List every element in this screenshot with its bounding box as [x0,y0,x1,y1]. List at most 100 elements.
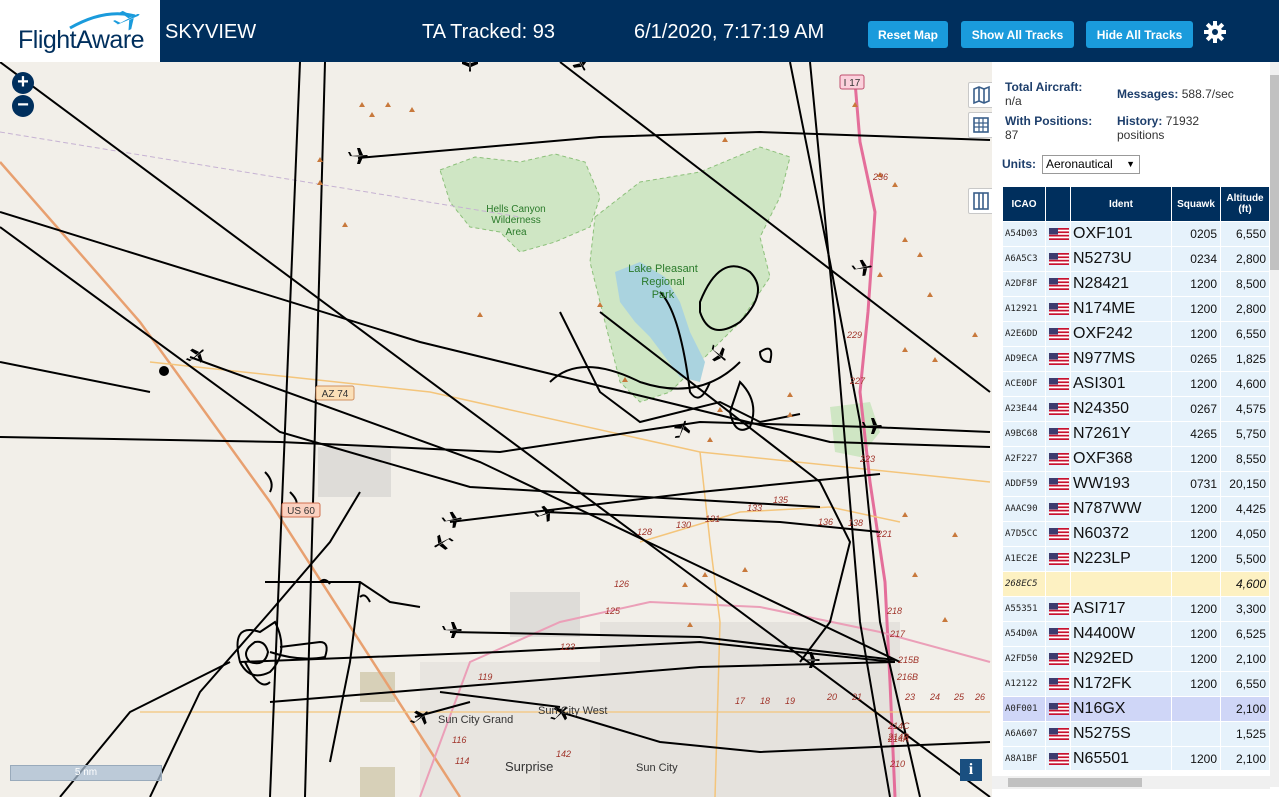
flag-cell [1046,472,1071,496]
table-row[interactable]: A55351 ASI717 1200 3,300 [1003,597,1269,622]
table-row[interactable]: A2F227 OXF368 1200 8,550 [1003,447,1269,472]
us-flag-icon [1049,703,1069,715]
icao-cell: A55351 [1003,597,1046,621]
svg-text:136: 136 [818,517,833,527]
show-all-tracks-button[interactable]: Show All Tracks [961,21,1074,48]
map-icon [973,85,990,105]
flag-cell [1046,222,1071,246]
gear-icon[interactable] [1203,20,1227,44]
info-button[interactable]: i [960,759,982,781]
ident-cell: N5273U [1071,247,1172,271]
icao-cell: A54D03 [1003,222,1046,246]
total-aircraft-label: Total Aircraft: [1005,80,1083,94]
table-row[interactable]: AAAC90 N787WW 1200 4,425 [1003,497,1269,522]
panel-hscrollbar-thumb[interactable] [1008,778,1142,787]
grid-overlay-button[interactable] [968,112,992,138]
reset-map-button[interactable]: Reset Map [868,21,948,48]
icao-cell: AD9ECA [1003,347,1046,371]
us-flag-icon [1049,453,1069,465]
flag-cell [1046,422,1071,446]
squawk-cell: 1200 [1172,322,1221,346]
hide-all-tracks-button[interactable]: Hide All Tracks [1086,21,1193,48]
zoom-out-button[interactable]: − [12,95,34,117]
table-row[interactable]: A7D5CC N60372 1200 4,050 [1003,522,1269,547]
table-row[interactable]: A23E44 N24350 0267 4,575 [1003,397,1269,422]
with-positions-stat: With Positions: 87 [1005,114,1092,142]
ident-cell: N977MS [1071,347,1172,371]
table-row[interactable]: ACE0DF ASI301 1200 4,600 [1003,372,1269,397]
us-flag-icon [1049,628,1069,640]
us-flag-icon [1049,253,1069,265]
table-row[interactable]: A8A1BF N65501 1200 2,100 [1003,747,1269,770]
flag-cell [1046,722,1071,746]
col-icao[interactable]: ICAO [1003,187,1046,221]
squawk-cell [1172,697,1221,721]
table-row[interactable]: ADDF59 WW193 0731 20,150 [1003,472,1269,497]
ident-cell: N65501 [1071,747,1172,770]
ident-cell: N24350 [1071,397,1172,421]
with-positions-value: 87 [1005,128,1019,142]
ident-cell: OXF242 [1071,322,1172,346]
table-row[interactable]: 268EC5 4,600 [1003,572,1269,597]
table-row[interactable]: AD9ECA N977MS 0265 1,825 [1003,347,1269,372]
ident-cell: ASI301 [1071,372,1172,396]
col-ident[interactable]: Ident [1071,187,1172,221]
us-flag-icon [1049,753,1069,765]
history-unit: positions [1117,128,1165,142]
icao-cell: ACE0DF [1003,372,1046,396]
table-row[interactable]: A0F001 N16GX 2,100 [1003,697,1269,722]
table-row[interactable]: A2DF8F N28421 1200 8,500 [1003,272,1269,297]
icao-cell: A1EC2E [1003,547,1046,571]
aircraft-table-body: A54D03 OXF101 0205 6,550 A6A5C3 N5273U 0234 2,8… [1003,222,1269,770]
messages-stat: Messages: 588.7/sec [1117,87,1234,101]
map-canvas[interactable]: Hells Canyon Wilderness Area Lake Pleasa… [0,62,992,797]
icao-cell: A23E44 [1003,397,1046,421]
squawk-cell: 0267 [1172,397,1221,421]
with-positions-label: With Positions: [1005,114,1093,128]
flightaware-logo[interactable]: FlightAware [0,0,160,62]
map-base-layer: Hells Canyon Wilderness Area Lake Pleasa… [0,62,991,797]
ident-cell: OXF101 [1071,222,1172,246]
zoom-in-button[interactable]: + [12,72,34,94]
table-row[interactable]: A6A5C3 N5273U 0234 2,800 [1003,247,1269,272]
messages-label: Messages: [1117,87,1179,101]
squawk-cell: 1200 [1172,272,1221,296]
table-row[interactable]: A9BC68 N7261Y 4265 5,750 [1003,422,1269,447]
map-layers-button[interactable] [968,82,992,108]
table-row[interactable]: A54D0A N4400W 1200 6,525 [1003,622,1269,647]
col-altitude[interactable]: Altitude (ft) [1221,187,1269,221]
col-flag[interactable] [1046,187,1071,221]
flag-cell [1046,522,1071,546]
table-row[interactable]: A54D03 OXF101 0205 6,550 [1003,222,1269,247]
flag-cell [1046,747,1071,770]
us-flag-icon [1049,728,1069,740]
ident-cell: N223LP [1071,547,1172,571]
altitude-cell: 6,550 [1235,677,1266,691]
squawk-cell: 4265 [1172,422,1221,446]
col-squawk[interactable]: Squawk [1172,187,1221,221]
squawk-cell: 1200 [1172,522,1221,546]
table-row[interactable]: A2E6DD OXF242 1200 6,550 [1003,322,1269,347]
table-row[interactable]: A6A607 N5275S 1,525 [1003,722,1269,747]
grid-icon [973,117,989,133]
columns-toggle-button[interactable] [968,188,992,214]
table-row[interactable]: A12921 N174ME 1200 2,800 [1003,297,1269,322]
squawk-cell: 1200 [1172,597,1221,621]
squawk-cell [1172,722,1221,746]
panel-scrollbar-thumb[interactable] [1270,75,1279,270]
units-select[interactable]: Aeronautical ▼ [1042,155,1140,174]
table-row[interactable]: A2FD50 N292ED 1200 2,100 [1003,647,1269,672]
table-row[interactable]: A1EC2E N223LP 1200 5,500 [1003,547,1269,572]
table-row[interactable]: A12122 N172FK 1200 6,550 [1003,672,1269,697]
flag-cell [1046,272,1071,296]
altitude-cell: 4,575 [1235,402,1266,416]
svg-text:133: 133 [747,503,762,513]
svg-text:Lake Pleasant: Lake Pleasant [628,263,698,275]
svg-text:125: 125 [605,606,621,616]
svg-text:130: 130 [676,520,691,530]
urban-block [360,767,395,797]
squawk-cell: 1200 [1172,647,1221,671]
altitude-cell: 2,100 [1235,752,1266,766]
us-flag-icon [1049,278,1069,290]
us-flag-icon [1049,528,1069,540]
